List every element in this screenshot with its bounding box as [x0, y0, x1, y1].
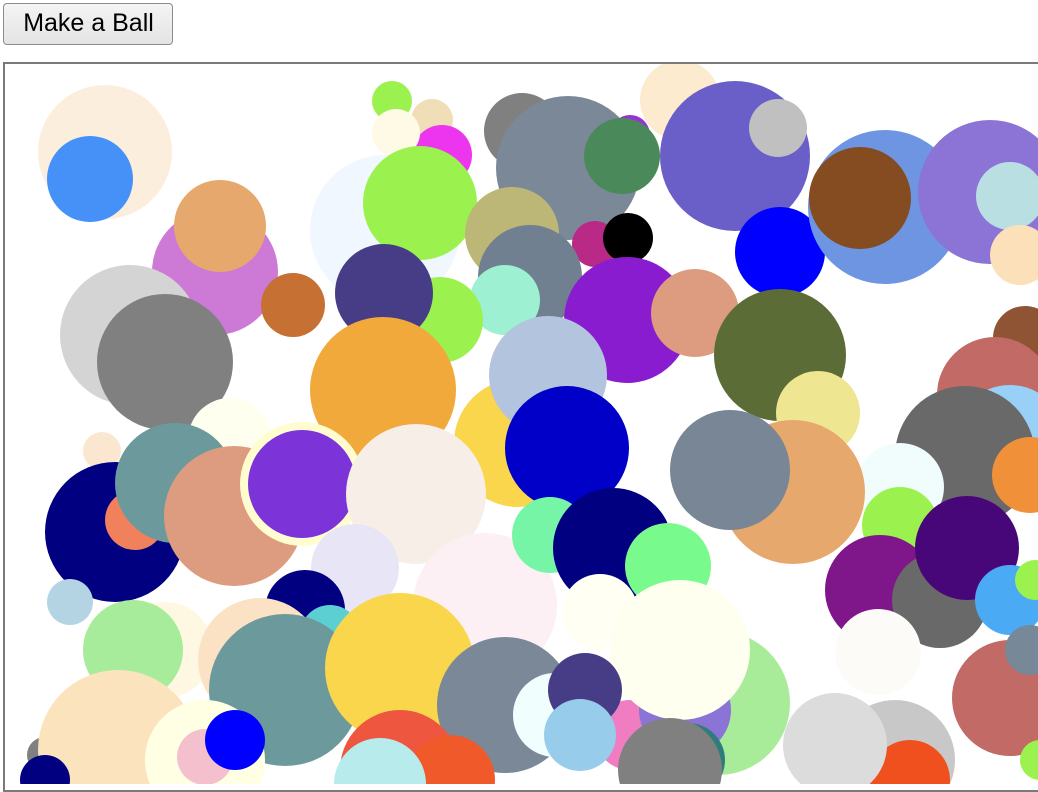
ball [174, 180, 266, 272]
ball [835, 609, 921, 695]
ball [809, 147, 911, 249]
balls-layer [20, 64, 1038, 784]
ball [749, 99, 807, 157]
ball [603, 213, 653, 263]
ball [363, 146, 477, 260]
ball [584, 118, 660, 194]
ball [205, 710, 265, 770]
ball [610, 580, 750, 720]
ball [670, 410, 790, 530]
ball [47, 136, 133, 222]
make-a-ball-button[interactable]: Make a Ball [3, 3, 173, 45]
ball [261, 273, 325, 337]
ball [544, 699, 616, 771]
ball [47, 579, 93, 625]
toolbar: Make a Ball [3, 3, 173, 45]
ball [248, 430, 356, 538]
ball-canvas[interactable] [3, 62, 1038, 792]
